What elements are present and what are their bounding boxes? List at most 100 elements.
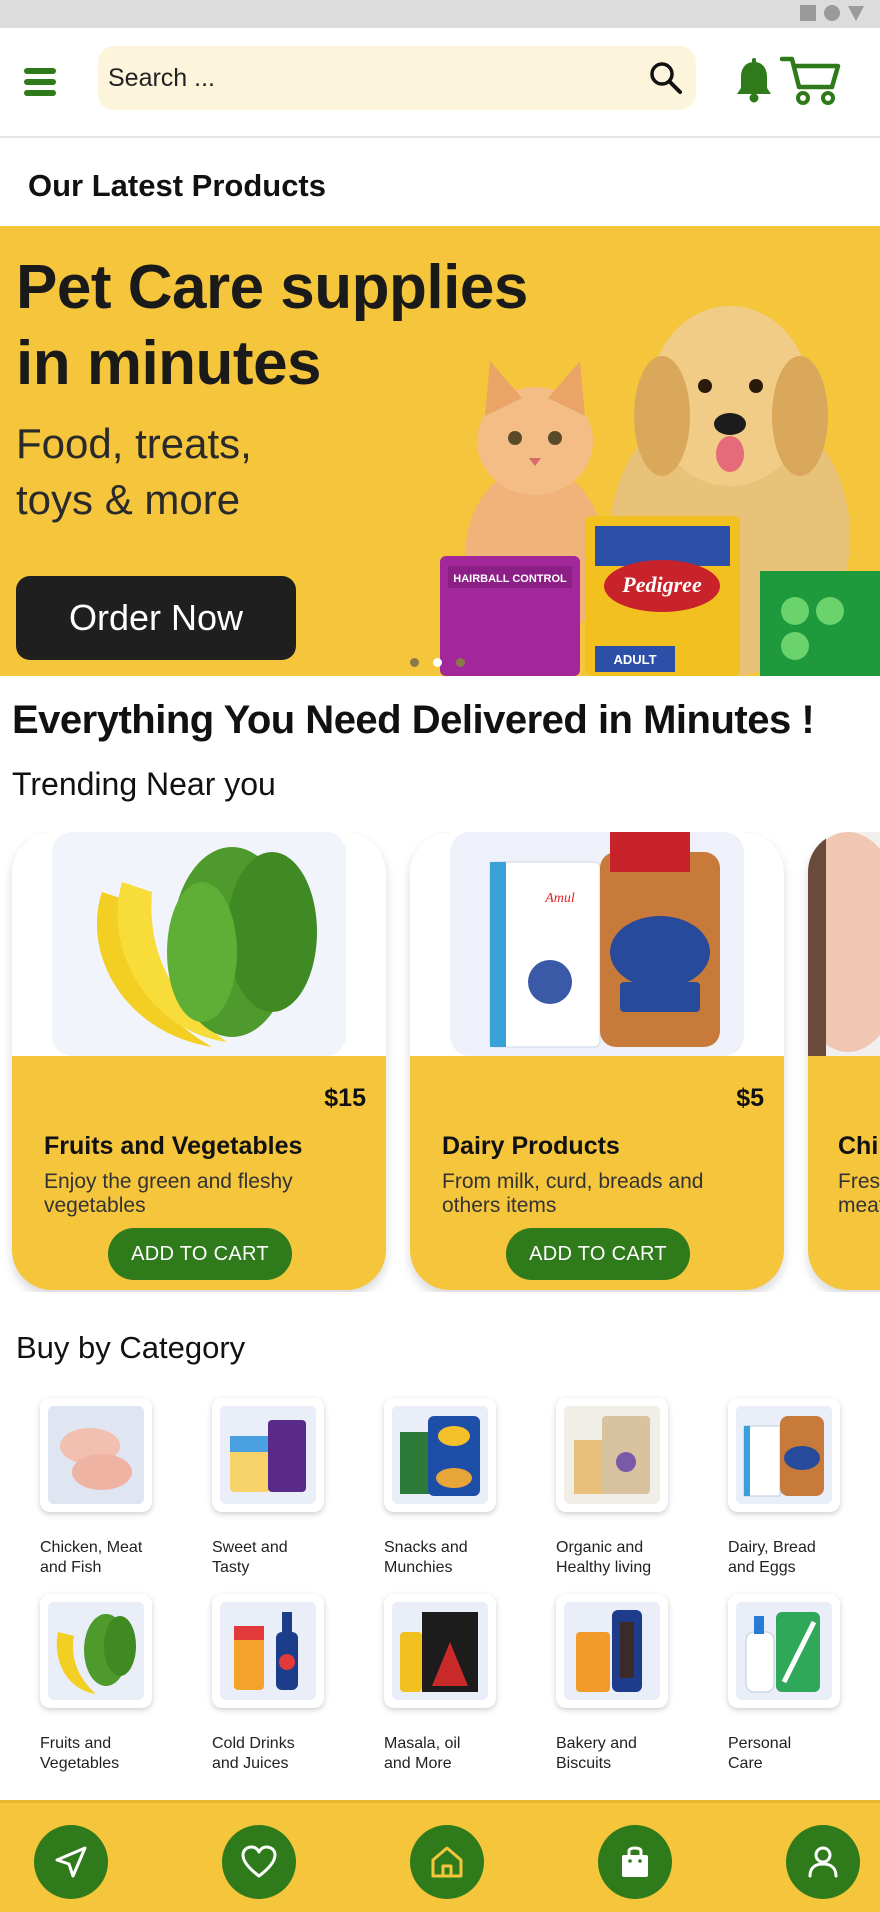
category-fruits-vegetables[interactable]: Fruits and Vegetables [40, 1594, 180, 1774]
category-label-line: and More [384, 1755, 452, 1772]
category-thumbnail [40, 1398, 152, 1512]
bakery-image [564, 1602, 660, 1700]
product-card[interactable]: Amul $5 Dairy Products From milk, curd, … [410, 832, 784, 1290]
category-label-line: Masala, oil [384, 1735, 461, 1752]
category-label: Organic and Healthy living [556, 1538, 686, 1578]
system-status-bar [0, 0, 880, 28]
category-label: Cold Drinks and Juices [212, 1734, 342, 1774]
add-to-cart-button[interactable]: ADD TO CART [108, 1228, 292, 1280]
home-icon [431, 1846, 463, 1878]
category-snacks-munchies[interactable]: Snacks and Munchies [384, 1398, 524, 1578]
search-input[interactable] [108, 46, 628, 110]
nav-profile-button[interactable] [786, 1825, 860, 1899]
nav-bag-button[interactable] [598, 1825, 672, 1899]
hamburger-menu-icon[interactable] [24, 62, 64, 102]
bell-icon[interactable] [734, 58, 774, 104]
category-label: Chicken, Meat and Fish [40, 1538, 170, 1578]
category-thumbnail [212, 1398, 324, 1512]
category-label-line: and Juices [212, 1755, 289, 1772]
category-label-line: and Eggs [728, 1559, 796, 1576]
category-thumbnail [728, 1398, 840, 1512]
banner-subtitle-line: toys & more [16, 476, 241, 523]
category-label: Snacks and Munchies [384, 1538, 514, 1578]
category-label: Fruits and Vegetables [40, 1734, 170, 1774]
category-label-line: Vegetables [40, 1755, 120, 1772]
category-label-line: Healthy living [556, 1559, 652, 1576]
category-label-line: Care [728, 1755, 763, 1772]
banner-subtitle: Food, treats, toys & more [16, 416, 252, 528]
carousel-dot-active[interactable] [433, 658, 442, 667]
latest-products-title: Our Latest Products [28, 168, 326, 203]
drinks-image [220, 1602, 316, 1700]
product-card[interactable]: $15 Fruits and Vegetables Enjoy the gree… [12, 832, 386, 1290]
category-sweet-tasty[interactable]: Sweet and Tasty [212, 1398, 352, 1578]
category-thumbnail [556, 1398, 668, 1512]
category-label-line: Snacks and [384, 1539, 468, 1556]
category-dairy-bread-eggs[interactable]: Dairy, Bread and Eggs [728, 1398, 868, 1578]
category-masala-oil[interactable]: Masala, oil and More [384, 1594, 524, 1774]
nav-send-button[interactable] [34, 1825, 108, 1899]
promo-banner[interactable]: Pet Care supplies in minutes Food, treat… [0, 226, 880, 676]
snacks-image [392, 1406, 488, 1504]
product-name: Dairy Products [442, 1132, 620, 1160]
status-icons [800, 5, 864, 21]
pack-label: ADULT [613, 652, 656, 667]
category-label: Masala, oil and More [384, 1734, 514, 1774]
sweets-image [220, 1406, 316, 1504]
trending-title: Trending Near you [12, 766, 276, 802]
order-now-button[interactable]: Order Now [16, 576, 296, 660]
add-to-cart-button[interactable]: ADD TO CART [506, 1228, 690, 1280]
category-personal-care[interactable]: Personal Care [728, 1594, 868, 1774]
square-icon [800, 5, 816, 21]
product-name: Chi [838, 1132, 879, 1160]
masala-image [392, 1602, 488, 1700]
category-label-line: and Fish [40, 1559, 102, 1576]
svg-text:Amul: Amul [544, 891, 575, 906]
organic-image [564, 1406, 660, 1504]
category-thumbnail [728, 1594, 840, 1708]
menu-bar [24, 90, 56, 96]
app-screen: Our Latest Products Pet Care supplies in… [0, 0, 880, 1912]
carousel-dot[interactable] [410, 658, 419, 667]
product-name: Fruits and Vegetables [44, 1132, 303, 1160]
trending-carousel[interactable]: $15 Fruits and Vegetables Enjoy the gree… [0, 832, 880, 1292]
category-label-line: Tasty [212, 1559, 250, 1576]
category-label-line: Organic and [556, 1539, 644, 1556]
category-label-line: Dairy, Bread [728, 1539, 816, 1556]
fruits-vegetables-image [12, 832, 386, 1056]
chicken-meat-image [808, 832, 880, 1056]
product-description: From milk, curd, breads and others items [442, 1170, 704, 1217]
menu-bar [24, 68, 56, 74]
category-organic-healthy[interactable]: Organic and Healthy living [556, 1398, 696, 1578]
product-description: Enjoy the green and fleshy vegetables [44, 1170, 293, 1217]
search-icon[interactable] [648, 60, 684, 96]
category-label-line: Cold Drinks [212, 1735, 295, 1752]
pack-label: HAIRBALL CONTROL [453, 573, 567, 585]
category-label: Dairy, Bread and Eggs [728, 1538, 858, 1578]
category-label: Sweet and Tasty [212, 1538, 342, 1578]
top-header [0, 28, 880, 138]
category-bakery-biscuits[interactable]: Bakery and Biscuits [556, 1594, 696, 1774]
personal-care-image [736, 1602, 832, 1700]
carousel-dot[interactable] [456, 658, 465, 667]
nav-home-button[interactable] [410, 1825, 484, 1899]
send-icon [55, 1846, 87, 1878]
triangle-icon [848, 5, 864, 21]
product-card[interactable]: Chi Fres meat [808, 832, 880, 1290]
category-cold-drinks-juices[interactable]: Cold Drinks and Juices [212, 1594, 352, 1774]
circle-icon [824, 5, 840, 21]
product-price: $15 [324, 1084, 366, 1112]
menu-bar [24, 79, 56, 85]
nav-favorites-button[interactable] [222, 1825, 296, 1899]
category-label-line: Munchies [384, 1559, 453, 1576]
shopping-bag-icon [622, 1846, 648, 1877]
category-label-line: Sweet and [212, 1539, 288, 1556]
profile-icon [808, 1846, 838, 1878]
delivery-headline: Everything You Need Delivered in Minutes… [12, 698, 815, 742]
cart-icon[interactable] [780, 54, 842, 106]
category-chicken-meat-fish[interactable]: Chicken, Meat and Fish [40, 1398, 180, 1578]
category-thumbnail [212, 1594, 324, 1708]
category-label: Bakery and Biscuits [556, 1734, 686, 1774]
dairy-image [736, 1406, 832, 1504]
category-section-title: Buy by Category [16, 1330, 246, 1365]
